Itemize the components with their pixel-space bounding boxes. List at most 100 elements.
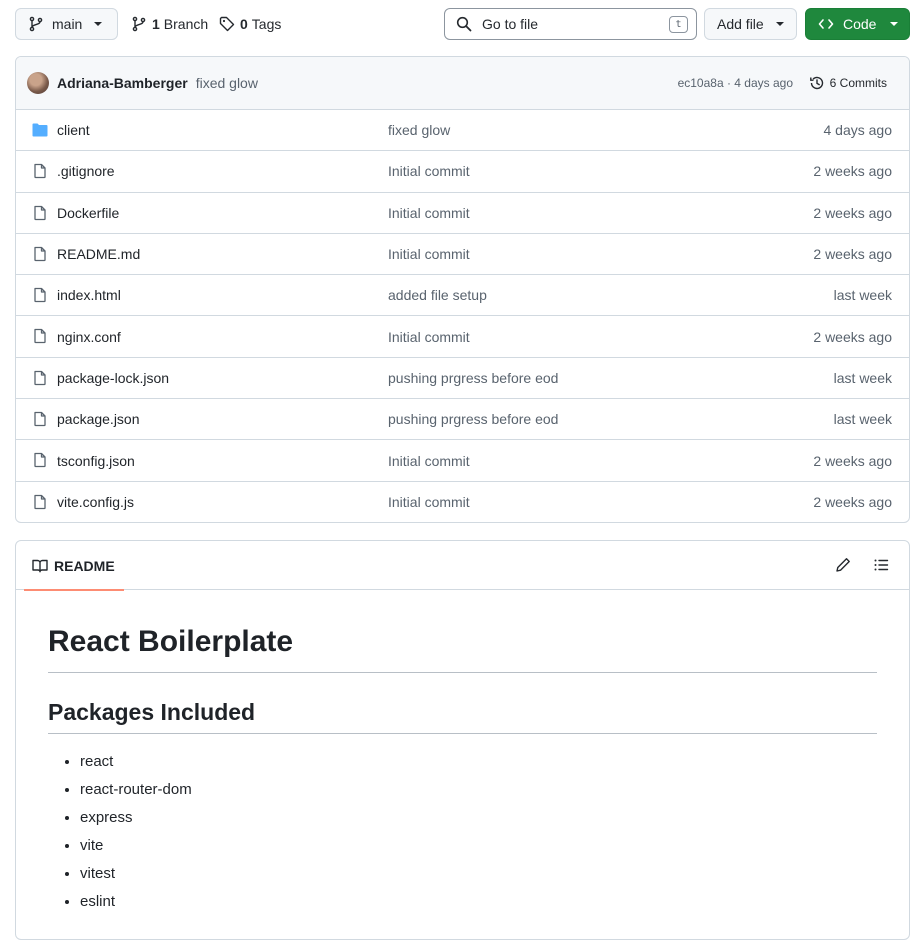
commit-author[interactable]: Adriana-Bamberger — [57, 75, 188, 91]
branches-count: 1 — [152, 16, 160, 32]
go-to-file-input[interactable]: Go to file t — [444, 8, 697, 40]
list-item: eslint — [80, 888, 877, 916]
file-icon — [34, 164, 46, 179]
file-list: Adriana-Bamberger fixed glow ec10a8a · 4… — [15, 56, 910, 523]
file-name[interactable]: nginx.conf — [57, 329, 121, 345]
table-row[interactable]: .gitignore Initial commit 2 weeks ago — [16, 151, 909, 193]
readme-title: React Boilerplate — [48, 622, 877, 673]
table-row[interactable]: Dockerfile Initial commit 2 weeks ago — [16, 193, 909, 234]
branches-link[interactable]: 1 Branch — [131, 8, 208, 40]
search-icon — [456, 16, 472, 32]
file-commit-message[interactable]: pushing prgress before eod — [388, 370, 558, 386]
table-row[interactable]: package-lock.json pushing prgress before… — [16, 358, 909, 400]
readme-tab-label: README — [54, 557, 115, 574]
file-commit-message[interactable]: Initial commit — [388, 453, 470, 469]
file-icon — [34, 453, 46, 468]
tags-link[interactable]: 0 Tags — [219, 8, 281, 40]
list-item: react-router-dom — [80, 776, 877, 804]
branch-selector-button[interactable]: main — [15, 8, 118, 40]
file-icon — [34, 288, 46, 303]
search-placeholder: Go to file — [482, 16, 539, 32]
file-name[interactable]: Dockerfile — [57, 205, 119, 221]
file-icon — [34, 494, 46, 509]
file-commit-message[interactable]: added file setup — [388, 287, 487, 303]
list-item: express — [80, 804, 877, 832]
folder-icon — [32, 123, 48, 137]
chevron-down-icon — [775, 22, 784, 26]
file-commit-message[interactable]: Initial commit — [388, 246, 470, 262]
file-rows: client fixed glow 4 days ago .gitignore … — [16, 110, 909, 522]
add-file-label: Add file — [717, 16, 764, 32]
keyboard-shortcut-hint: t — [669, 16, 688, 33]
git-branch-icon — [29, 16, 43, 32]
commit-hash-and-time[interactable]: ec10a8a · 4 days ago — [678, 76, 793, 90]
section-heading: Packages Included — [48, 697, 877, 734]
file-name[interactable]: index.html — [57, 287, 121, 303]
file-commit-message[interactable]: Initial commit — [388, 205, 470, 221]
file-commit-message[interactable]: fixed glow — [388, 122, 450, 138]
list-item: react — [80, 748, 877, 776]
packages-list: reactreact-router-domexpressvitevitestes… — [48, 748, 877, 916]
active-tab-indicator — [24, 589, 124, 591]
repo-toolbar: main 1 Branch 0 Tags Go to file t Add fi… — [0, 0, 924, 48]
pencil-icon[interactable] — [835, 557, 851, 573]
list-item: vitest — [80, 860, 877, 888]
history-icon — [809, 76, 823, 90]
commits-history-link[interactable]: 6 Commits — [809, 75, 887, 91]
file-icon — [34, 329, 46, 344]
avatar[interactable] — [27, 72, 49, 94]
code-button[interactable]: Code — [805, 8, 910, 40]
tags-label: Tags — [251, 16, 282, 32]
file-commit-age: 2 weeks ago — [813, 328, 892, 345]
chevron-down-icon — [94, 22, 103, 26]
table-row[interactable]: package.json pushing prgress before eod … — [16, 399, 909, 441]
table-row[interactable]: tsconfig.json Initial commit 2 weeks ago — [16, 440, 909, 482]
file-commit-age: 2 weeks ago — [813, 246, 892, 263]
file-name[interactable]: package.json — [57, 411, 140, 427]
file-name[interactable]: .gitignore — [57, 163, 115, 179]
tab-readme[interactable]: README — [24, 541, 124, 591]
file-icon — [34, 370, 46, 385]
latest-commit-bar: Adriana-Bamberger fixed glow ec10a8a · 4… — [16, 57, 909, 110]
file-commit-age: last week — [833, 287, 892, 304]
commits-count-label: 6 Commits — [829, 76, 887, 90]
chevron-down-icon — [890, 22, 899, 26]
file-commit-age: 2 weeks ago — [813, 452, 892, 469]
list-item: vite — [80, 832, 877, 860]
file-name[interactable]: tsconfig.json — [57, 453, 135, 469]
list-unordered-icon[interactable] — [873, 557, 889, 573]
file-commit-message[interactable]: Initial commit — [388, 163, 470, 179]
tag-icon — [219, 16, 235, 32]
file-name[interactable]: package-lock.json — [57, 370, 169, 386]
file-commit-age: 4 days ago — [823, 122, 893, 139]
table-row[interactable]: vite.config.js Initial commit 2 weeks ag… — [16, 482, 909, 522]
file-commit-age: 2 weeks ago — [813, 494, 892, 511]
add-file-button[interactable]: Add file — [704, 8, 797, 40]
readme-panel: README React Boilerplate Packages Includ… — [15, 540, 910, 940]
file-icon — [34, 246, 46, 262]
readme-content: React Boilerplate Packages Included reac… — [16, 622, 909, 916]
table-row[interactable]: client fixed glow 4 days ago — [16, 110, 909, 152]
table-row[interactable]: README.md Initial commit 2 weeks ago — [16, 234, 909, 276]
readme-header: README — [16, 541, 909, 591]
file-name[interactable]: vite.config.js — [57, 494, 134, 510]
file-icon — [34, 411, 46, 427]
file-commit-age: 2 weeks ago — [813, 204, 892, 221]
file-commit-age: last week — [833, 369, 892, 386]
commit-message[interactable]: fixed glow — [196, 75, 258, 91]
file-icon — [34, 205, 46, 220]
branch-name: main — [52, 16, 83, 32]
book-icon — [32, 559, 48, 572]
file-name[interactable]: README.md — [57, 246, 140, 262]
git-branch-icon — [132, 16, 146, 32]
code-label: Code — [843, 16, 877, 32]
table-row[interactable]: index.html added file setup last week — [16, 275, 909, 317]
file-name[interactable]: client — [57, 122, 90, 138]
file-commit-age: last week — [833, 411, 892, 428]
file-commit-message[interactable]: pushing prgress before eod — [388, 411, 558, 427]
code-icon — [818, 19, 834, 29]
table-row[interactable]: nginx.conf Initial commit 2 weeks ago — [16, 316, 909, 358]
file-commit-message[interactable]: Initial commit — [388, 329, 470, 345]
tags-count: 0 — [240, 16, 248, 32]
file-commit-message[interactable]: Initial commit — [388, 494, 470, 510]
